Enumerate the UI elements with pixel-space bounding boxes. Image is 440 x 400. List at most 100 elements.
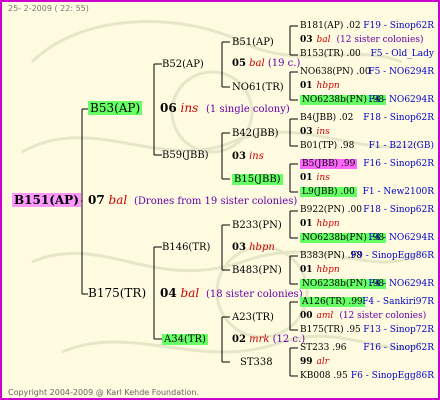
g3-id: B15(JBB) (232, 174, 283, 185)
gen4-ins: alr (316, 357, 330, 367)
gen4-source: F4 - Sankiri97R (362, 297, 434, 307)
gen4-row[interactable]: B181(AP) .02 F19 - Sinop62R (300, 20, 434, 33)
gen4-row[interactable]: 01 hbpn (300, 264, 340, 277)
g3-gen-2: 03 hbpn (232, 241, 275, 254)
pedigree-frame: 25- 2-2009 ( 22: 55) B151(AP) 07 bal (Dr… (0, 0, 440, 400)
g1-node-1[interactable]: B175(TR) (88, 287, 146, 300)
gen4-ins: bal (316, 35, 331, 45)
gen4-source: F9 - SinopEgg86R (350, 251, 434, 261)
gen4-row[interactable]: NO6238b(PN) .98 F4 - NO6294R (300, 94, 434, 107)
g3-note: (19 c.) (267, 58, 301, 69)
gen4-source: F4 - NO6294R (368, 233, 434, 243)
gen4-id: 01 (300, 81, 313, 91)
root-id: B151(AP) (12, 193, 81, 207)
g3-gen-label: 03 (232, 151, 246, 162)
g3-gen-3: 02 mrk (12 c.) (232, 333, 305, 346)
gen4-row[interactable]: NO6238b(PN) .98 F4 - NO6294R (300, 232, 434, 245)
gen4-row[interactable]: NO638(PN) .00 F5 - NO6294R (300, 66, 434, 79)
gen4-row[interactable]: NO6238b(PN) .98 F4 - NO6294R (300, 278, 434, 291)
gen4-row[interactable]: 01 hbpn (300, 218, 340, 231)
g3-ins-label: mrk (249, 334, 270, 345)
gen4-row[interactable]: 00 aml (12 sister colonies) (300, 310, 426, 323)
gen4-source: F6 - SinopEgg86R (350, 371, 434, 381)
gen4-source: F5 - NO6294R (368, 67, 434, 77)
g3-node-4[interactable]: B233(PN) (232, 219, 282, 232)
g1-node-0[interactable]: B53(AP) (88, 101, 143, 115)
copyright: Copyright 2004-2009 @ Karl Kehde Foundat… (8, 388, 199, 397)
root-generation: 07 bal (88, 194, 127, 207)
g2-node-1[interactable]: B59(JBB) (162, 149, 209, 162)
gen4-row[interactable]: ST233 .96 F16 - Sinop62R (300, 342, 434, 355)
gen4-note: (12 sister colonies) (336, 35, 424, 45)
g3-node-2[interactable]: B42(JBB) (232, 127, 279, 140)
gen4-source: F1 - New2100R (362, 187, 434, 197)
g1-gen-label: 04 (160, 286, 177, 300)
gen4-id: B5(JBB) .99 (300, 159, 358, 169)
gen4-id: 01 (300, 219, 313, 229)
gen4-source: F16 - Sinop62R (363, 159, 434, 169)
gen4-row[interactable]: B4(JBB) .02 F18 - Sinop62R (300, 112, 434, 125)
gen4-id: NO638(PN) .00 (300, 67, 371, 77)
gen4-id: 01 (300, 173, 313, 183)
g3-node-7[interactable]: ST338 (240, 356, 273, 369)
g2-node-0[interactable]: B52(AP) (162, 58, 204, 71)
g3-gen-0: 05 bal (19 c.) (232, 57, 300, 70)
gen4-id: B922(PN) .00 (300, 205, 362, 215)
g2-id: A34(TR) (162, 334, 208, 345)
g3-node-5[interactable]: B483(PN) (232, 264, 282, 277)
gen4-source: F18 - Sinop62R (363, 205, 434, 215)
gen4-id: B181(AP) .02 (300, 21, 361, 31)
gen4-row[interactable]: B5(JBB) .99 F16 - Sinop62R (300, 158, 434, 171)
g3-node-6[interactable]: A23(TR) (232, 311, 274, 324)
gen4-id: ST233 .96 (300, 343, 347, 353)
gen4-id: B01(TP) .98 (300, 141, 355, 151)
gen4-row[interactable]: L9(JBB) .00 F1 - New2100R (300, 186, 434, 199)
g3-node-0[interactable]: B51(AP) (232, 36, 274, 49)
gen4-id: 03 (300, 35, 313, 45)
gen4-row[interactable]: B922(PN) .00 F18 - Sinop62R (300, 204, 434, 217)
g1-note-1: (18 sister colonies) (206, 289, 303, 300)
root-gen: 07 (88, 193, 105, 207)
gen4-source: F4 - NO6294R (368, 279, 434, 289)
g1-id: B175(TR) (88, 286, 147, 300)
gen4-source: F13 - Sinop72R (363, 325, 434, 335)
g2-node-2[interactable]: B146(TR) (162, 241, 210, 254)
g2-node-3[interactable]: A34(TR) (162, 333, 208, 346)
gen4-ins: ins (316, 127, 330, 137)
gen4-id: B175(TR) .95 (300, 325, 361, 335)
gen4-row[interactable]: B383(PN) .98 F9 - SinopEgg86R (300, 250, 434, 263)
gen4-id: L9(JBB) .00 (300, 187, 357, 197)
g3-gen-label: 03 (232, 242, 246, 253)
g3-node-1[interactable]: NO61(TR) (232, 81, 284, 94)
gen4-row[interactable]: 03 bal (12 sister colonies) (300, 34, 423, 47)
gen4-source: F4 - NO6294R (368, 95, 434, 105)
g1-note-0: (1 single colony) (206, 104, 290, 115)
gen4-row[interactable]: 01 hbpn (300, 80, 340, 93)
gen4-id: 03 (300, 127, 313, 137)
gen4-row[interactable]: 03 ins (300, 126, 330, 139)
timestamp: 25- 2-2009 ( 22: 55) (8, 4, 89, 13)
g1-gen-label: 06 (160, 101, 177, 115)
gen4-ins: aml (316, 311, 334, 321)
gen4-id: 99 (300, 357, 313, 367)
g3-node-3[interactable]: B15(JBB) (232, 173, 283, 186)
gen4-row[interactable]: 99 alr (300, 356, 329, 369)
gen4-note: (12 sister colonies) (339, 311, 427, 321)
gen4-id: 01 (300, 265, 313, 275)
g1-ins-label: bal (180, 286, 200, 300)
gen4-source: F18 - Sinop62R (363, 113, 434, 123)
gen4-id: B4(JBB) .02 (300, 113, 354, 123)
g1-ins-label: ins (180, 101, 199, 115)
gen4-row[interactable]: B153(TR) .00 F5 - Old_Lady (300, 48, 434, 61)
gen4-row[interactable]: B01(TP) .98 F1 - B212(GB) (300, 140, 434, 153)
gen4-source: F1 - B212(GB) (368, 141, 434, 151)
gen4-id: B153(TR) .00 (300, 49, 361, 59)
root-node[interactable]: B151(AP) (12, 193, 81, 207)
gen4-row[interactable]: 01 ins (300, 172, 330, 185)
gen4-row[interactable]: B175(TR) .95 F13 - Sinop72R (300, 324, 434, 337)
gen4-row[interactable]: KB008 .95 F6 - SinopEgg86R (300, 370, 434, 383)
g3-gen-label: 02 (232, 334, 246, 345)
gen4-ins: hbpn (316, 265, 340, 275)
gen4-id: KB008 .95 (300, 371, 348, 381)
gen4-row[interactable]: A126(TR) .99 F4 - Sankiri97R (300, 296, 434, 309)
